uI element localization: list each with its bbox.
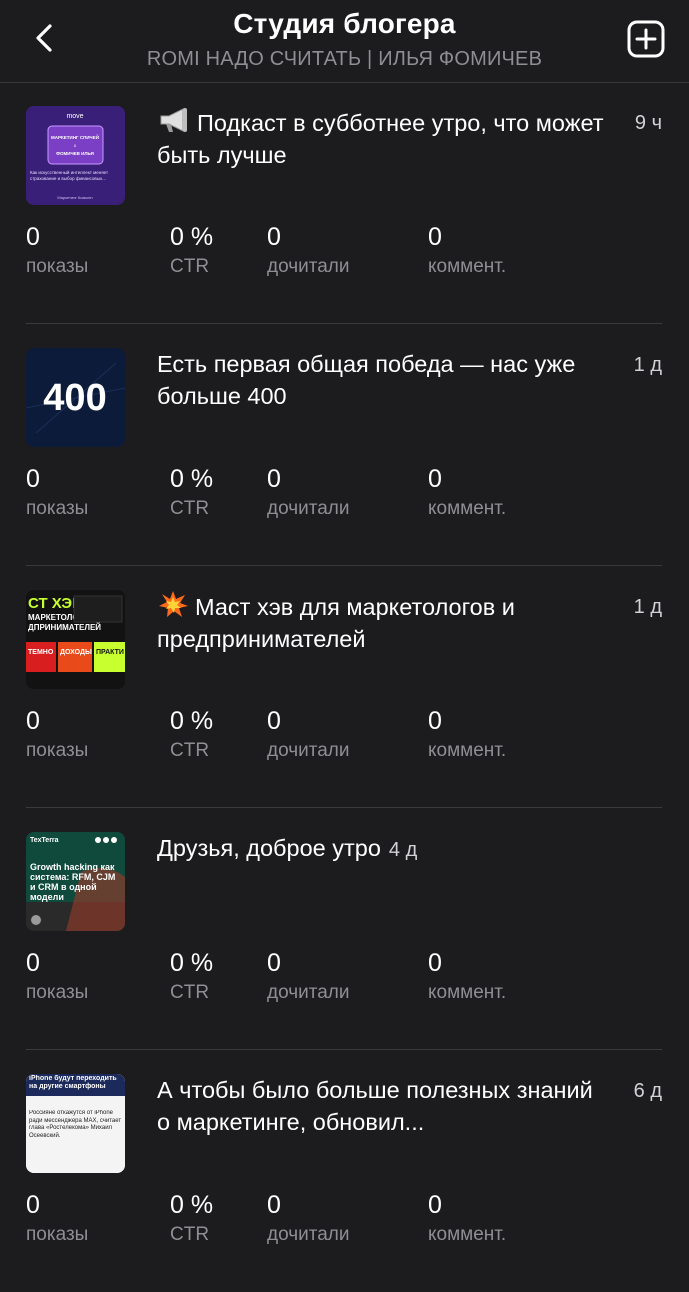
post-item[interactable]: iPhone будут переходить на другие смартф… [26, 1050, 662, 1292]
page-subtitle: ROMI НАДО СЧИТАТЬ | ИЛЬЯ ФОМИЧЕВ [146, 48, 543, 70]
thumb-tag2: ДОХОДЫ [60, 649, 92, 656]
stat-views: 0 показы [26, 465, 89, 519]
post-title[interactable]: Друзья, доброе утро 4 д [157, 832, 607, 866]
thumb-headline: iPhone будут переходить на другие смартф… [29, 1075, 117, 1090]
thumb-line3: ДПРИНИМАТЕЛЕЙ [28, 623, 101, 632]
post-time: 1 д [633, 596, 662, 618]
stat-ctr: 0 % CTR [170, 465, 214, 519]
page-title: Студия блогера [233, 8, 456, 39]
post-title-text: Подкаст в субботнее утро, что может быть… [157, 110, 604, 168]
stat-comments: 0 коммент. [428, 949, 507, 1003]
post-title-text: Друзья, доброе утро [157, 835, 381, 861]
post-thumbnail[interactable]: 400 [26, 348, 125, 447]
thumb-headline: Growth hacking как система: RFM, CJM и C… [30, 862, 116, 902]
post-item[interactable]: СТ ХЭВ МАРКЕТОЛОГОВ ДПРИНИМАТЕЛЕЙ ТЕМНО … [26, 566, 662, 808]
stat-views: 0 показы [26, 949, 89, 1003]
stat-read: 0 дочитали [267, 1191, 350, 1245]
stat-views: 0 показы [26, 1191, 89, 1245]
top-bar: Студия блогера ROMI НАДО СЧИТАТЬ | ИЛЬЯ … [0, 0, 689, 83]
thumb-line3: ФОМИЧЕВ ИЛЬЯ [56, 151, 94, 156]
stat-read: 0 дочитали [267, 223, 350, 277]
stat-ctr: 0 % CTR [170, 949, 214, 1003]
stat-views: 0 показы [26, 707, 89, 761]
thumb-brand: move [66, 113, 83, 120]
thumb-tag1: ТЕМНО [28, 649, 54, 656]
post-item[interactable]: TexTerra Growth hacking как система: RFM… [26, 808, 662, 1050]
add-post-icon[interactable] [627, 20, 665, 58]
thumb-line1: МАРКЕТИНГ СПИЧЕЙ [51, 133, 99, 140]
post-title[interactable]: Есть первая общая победа — нас уже больш… [157, 348, 607, 412]
post-title[interactable]: Маст хэв для маркетологов и предпринимат… [157, 590, 607, 655]
post-time: 6 д [633, 1080, 662, 1102]
post-time: 4 д [388, 839, 418, 861]
post-item[interactable]: 400 Есть первая общая победа — нас уже б… [26, 324, 662, 566]
post-thumbnail[interactable]: iPhone будут переходить на другие смартф… [26, 1074, 125, 1173]
collision-icon [159, 591, 188, 617]
post-thumbnail[interactable]: move МАРКЕТИНГ СПИЧЕЙ x ФОМИЧЕВ ИЛЬЯ Как… [26, 106, 125, 205]
stat-read: 0 дочитали [267, 707, 350, 761]
stat-comments: 0 коммент. [428, 465, 507, 519]
stat-ctr: 0 % CTR [170, 1191, 214, 1245]
post-item[interactable]: move МАРКЕТИНГ СПИЧЕЙ x ФОМИЧЕВ ИЛЬЯ Как… [26, 82, 662, 324]
thumb-footer: Маркетинг Комьюн [57, 195, 92, 200]
post-title-text: Маст хэв для маркетологов и предпринимат… [157, 594, 515, 652]
megaphone-icon [160, 108, 187, 132]
post-thumbnail[interactable]: TexTerra Growth hacking как система: RFM… [26, 832, 125, 931]
stat-ctr: 0 % CTR [170, 223, 214, 277]
stat-ctr: 0 % CTR [170, 707, 214, 761]
post-title[interactable]: Подкаст в субботнее утро, что может быть… [157, 106, 607, 171]
stat-comments: 0 коммент. [428, 223, 507, 277]
thumb-caption: Как искусственный интеллект меняет страх… [30, 170, 109, 181]
post-thumbnail[interactable]: СТ ХЭВ МАРКЕТОЛОГОВ ДПРИНИМАТЕЛЕЙ ТЕМНО … [26, 590, 125, 689]
stat-read: 0 дочитали [267, 949, 350, 1003]
stat-comments: 0 коммент. [428, 707, 507, 761]
post-title[interactable]: А чтобы было больше полезных знаний о ма… [157, 1074, 607, 1138]
post-time: 9 ч [634, 112, 662, 134]
stat-read: 0 дочитали [267, 465, 350, 519]
thumb-brand: TexTerra [30, 837, 59, 844]
stat-views: 0 показы [26, 223, 89, 277]
thumb-tag3: ПРАКТИ [96, 649, 124, 656]
post-time: 1 д [633, 354, 662, 376]
stat-comments: 0 коммент. [428, 1191, 507, 1245]
thumb-body: Россияне откажутся от iPhone ради мессен… [29, 1110, 122, 1139]
thumb-big-text: 400 [43, 377, 106, 419]
